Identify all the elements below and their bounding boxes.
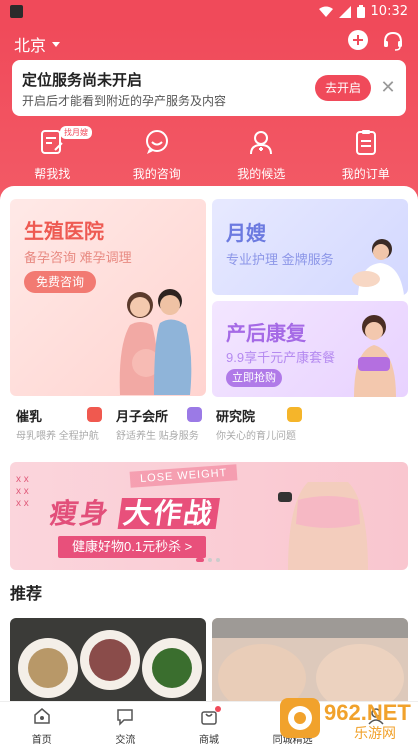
site-watermark-logo: 962.NET 乐游网 <box>280 698 411 742</box>
clipboard-icon <box>355 130 376 155</box>
recommend-item[interactable] <box>10 618 206 702</box>
confinement-club-service[interactable]: 月子会所 舒适养生 贴身服务 <box>110 402 206 442</box>
lactation-service[interactable]: 催乳 母乳喂养 全程护航 <box>10 402 106 442</box>
tab-label: 首页 <box>31 735 52 744</box>
banner-model-photo <box>278 482 368 570</box>
chat-bubble-icon <box>117 709 134 726</box>
postnatal-recovery-card[interactable]: 产后康复 9.9享千元产康套餐 立即抢购 <box>212 301 408 397</box>
flash-sale-button[interactable]: 健康好物0.1元秒杀 > <box>58 536 207 558</box>
caret-down-icon <box>52 41 61 47</box>
service-desc: 母乳喂养 全程护航 <box>16 431 99 442</box>
research-institute-service[interactable]: 研究院 你关心的育儿问题 <box>210 402 306 442</box>
carousel-indicator <box>196 558 220 562</box>
wifi-icon <box>318 6 333 17</box>
card-desc: 9.9享千元产康套餐 <box>226 350 336 365</box>
tab-label: 交流 <box>115 735 136 744</box>
lactation-icon <box>87 407 102 422</box>
app-notification-icon <box>10 5 23 18</box>
status-icons: 10:32 <box>318 4 408 19</box>
tab-community[interactable]: 交流 <box>84 702 168 744</box>
buy-now-button[interactable]: 立即抢购 <box>226 369 282 387</box>
quick-actions: 找月嫂 帮我找 我的咨询 我的候选 我的订单 <box>0 126 418 188</box>
service-desc: 你关心的育儿问题 <box>216 431 296 442</box>
weight-loss-banner[interactable]: x xx xx x LOSE WEIGHT 瘦身 大作战 健康好物0.1元秒杀 … <box>10 462 408 570</box>
carousel-dot <box>196 558 204 562</box>
find-nanny-badge: 找月嫂 <box>60 126 92 139</box>
city-label: 北京 <box>14 38 47 55</box>
service-title: 月子会所 <box>116 409 169 424</box>
quick-label: 我的订单 <box>341 167 390 181</box>
quick-my-candidates[interactable]: 我的候选 <box>209 128 314 188</box>
add-icon[interactable] <box>348 30 368 50</box>
service-title: 催乳 <box>16 409 43 424</box>
heart-chat-icon <box>187 407 202 422</box>
notice-subtitle: 开启后才能看到附近的孕产服务及内容 <box>22 94 227 108</box>
card-title: 生殖医院 <box>24 221 104 243</box>
headline-part-b: 大作战 <box>117 498 220 529</box>
signal-icon <box>338 5 351 18</box>
close-icon[interactable]: ✕ <box>380 76 396 98</box>
quick-help-find[interactable]: 找月嫂 帮我找 <box>0 126 105 188</box>
city-selector[interactable]: 北京 <box>14 32 61 56</box>
card-title: 产后康复 <box>226 323 306 345</box>
enable-location-button[interactable]: 去开启 <box>315 75 371 101</box>
quick-label: 帮我找 <box>34 167 71 181</box>
recommend-title: 推荐 <box>10 586 43 603</box>
svg-text:乐游网: 乐游网 <box>354 726 396 742</box>
notice-title: 定位服务尚未开启 <box>22 72 143 89</box>
notification-dot <box>214 706 221 712</box>
main-content: 生殖医院 备孕咨询 难孕调理 免费咨询 月嫂 专业护理 金牌服务 产后康复 9.… <box>0 186 418 702</box>
fertility-hospital-card[interactable]: 生殖医院 备孕咨询 难孕调理 免费咨询 <box>10 199 206 396</box>
couple-photo <box>119 289 192 395</box>
service-title: 研究院 <box>216 409 256 424</box>
fitness-model-photo <box>354 315 396 397</box>
nurse-icon <box>250 131 273 155</box>
nanny-card[interactable]: 月嫂 专业护理 金牌服务 <box>212 199 408 295</box>
quick-my-orders[interactable]: 我的订单 <box>314 128 418 188</box>
quick-label: 我的咨询 <box>132 167 181 181</box>
quick-label: 我的候选 <box>237 167 286 181</box>
tab-home[interactable]: 首页 <box>0 702 84 744</box>
headline-part-a: 瘦身 <box>47 498 112 529</box>
home-icon <box>34 708 50 724</box>
quick-my-consult[interactable]: 我的咨询 <box>105 128 210 188</box>
nanny-photo <box>352 239 404 295</box>
card-desc: 备孕咨询 难孕调理 <box>24 250 132 265</box>
battery-icon <box>356 5 365 18</box>
banner-tag: LOSE WEIGHT <box>129 464 238 488</box>
clock: 10:32 <box>370 4 408 19</box>
service-desc: 舒适养生 贴身服务 <box>116 431 199 442</box>
folder-icon <box>287 407 302 422</box>
chat-icon <box>145 130 168 154</box>
free-consult-button[interactable]: 免费咨询 <box>24 271 96 293</box>
banner-headline: 瘦身 大作战 <box>47 492 220 532</box>
carousel-dot <box>216 558 220 562</box>
header-actions <box>348 30 404 52</box>
svg-text:962.NET: 962.NET <box>324 700 411 725</box>
header: 北京 定位服务尚未开启 开启后才能看到附近的孕产服务及内容 去开启 ✕ 找月嫂 … <box>0 24 418 202</box>
carousel-dot <box>208 558 212 562</box>
tab-mall[interactable]: 商城 <box>167 702 251 744</box>
tab-label: 商城 <box>198 735 219 744</box>
status-bar: 10:32 <box>0 0 418 24</box>
decoration-crosses: x xx xx x <box>16 474 29 509</box>
location-notice: 定位服务尚未开启 开启后才能看到附近的孕产服务及内容 去开启 ✕ <box>12 60 406 116</box>
card-desc: 专业护理 金牌服务 <box>226 252 334 267</box>
card-title: 月嫂 <box>226 223 266 245</box>
headset-icon[interactable] <box>382 30 404 52</box>
food-bowls-photo <box>18 630 202 698</box>
